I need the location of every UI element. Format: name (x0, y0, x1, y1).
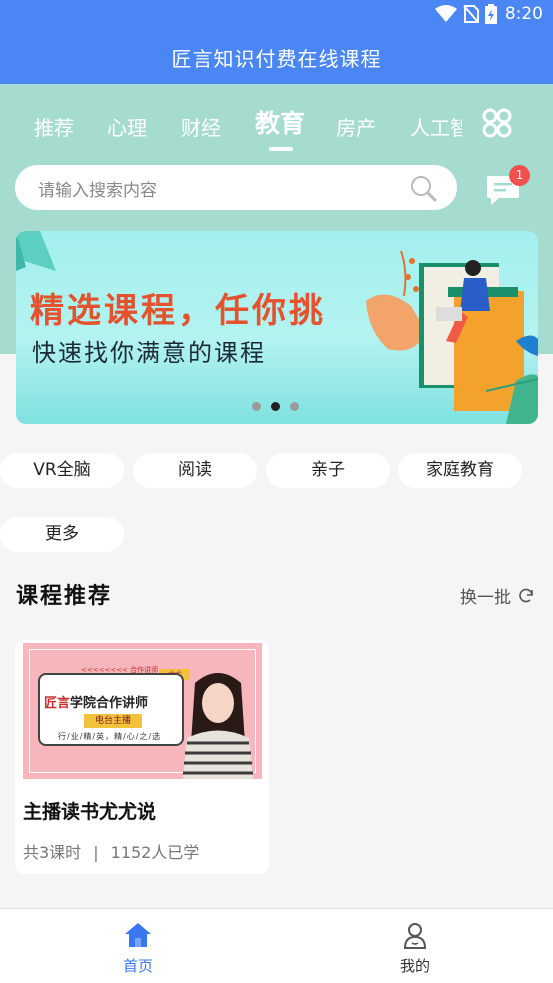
tab-finance[interactable]: 财经 (181, 112, 221, 141)
active-tab-indicator (269, 147, 293, 151)
refresh-label: 换一批 (460, 588, 511, 608)
no-sim-icon (463, 5, 479, 23)
search-bar[interactable]: 请输入搜索内容 (15, 165, 457, 210)
nav-profile[interactable]: 我的 (375, 921, 455, 976)
category-chip-more[interactable]: 更多 (0, 517, 124, 552)
banner-pagination (252, 402, 299, 411)
tab-real-estate[interactable]: 房产 (336, 112, 376, 141)
app-header: 匠言知识付费在线课程 (0, 30, 553, 84)
all-categories-icon[interactable] (482, 108, 512, 138)
nav-home-label: 首页 (122, 957, 153, 975)
category-chip-reading[interactable]: 阅读 (133, 453, 257, 488)
refresh-icon (519, 588, 533, 602)
refresh-button[interactable]: 换一批 (460, 583, 535, 608)
nav-profile-label: 我的 (399, 957, 430, 975)
tab-education[interactable]: 教育 (255, 104, 305, 140)
search-input[interactable]: 请输入搜索内容 (38, 176, 157, 201)
app-title: 匠言知识付费在线课程 (171, 46, 382, 71)
pagination-dot[interactable] (252, 402, 261, 411)
thumb-badge: 电台主播 (84, 714, 142, 728)
wifi-icon (434, 5, 457, 22)
tab-recommend[interactable]: 推荐 (34, 112, 74, 141)
banner-headline: 精选课程，任你挑 (30, 291, 326, 331)
thumb-heading: 学院合作讲师 (70, 696, 149, 711)
nav-home[interactable]: 首页 (98, 921, 178, 976)
pagination-dot-active[interactable] (271, 402, 280, 411)
tab-psychology[interactable]: 心理 (107, 112, 147, 141)
promo-banner[interactable]: 精选课程，任你挑 快速找你满意的课程 (16, 231, 538, 424)
clock: 8:20 (504, 4, 543, 24)
pagination-dot[interactable] (290, 402, 299, 411)
category-chip-parenting[interactable]: 亲子 (266, 453, 390, 488)
tab-bar: 推荐 心理 财经 教育 房产 人工智 (0, 100, 462, 152)
course-lessons: 共3课时 (23, 843, 82, 862)
course-meta: 共3课时 | 1152人已学 (23, 843, 200, 862)
message-badge: 1 (509, 165, 530, 186)
course-students: 1152人已学 (110, 843, 200, 862)
tab-ai[interactable]: 人工智 (410, 112, 462, 141)
home-icon (125, 923, 151, 947)
thumb-tagline: 行/业/精/英，精/心/之/选 (58, 732, 162, 741)
category-chip-family-education[interactable]: 家庭教育 (398, 453, 522, 488)
bottom-nav: 首页 我的 (0, 908, 553, 983)
lecturer-photo (183, 673, 253, 779)
banner-subline: 快速找你满意的课程 (32, 339, 266, 367)
battery-charging-icon (484, 4, 497, 24)
section-title: 课程推荐 (16, 584, 113, 609)
course-thumbnail: <<<<<<<< 合作讲师 尤尤 匠言学院合作讲师 电台主播 行/业/精/英，精… (23, 643, 262, 779)
search-icon[interactable] (409, 174, 437, 202)
status-bar: 8:20 (0, 0, 553, 30)
course-title[interactable]: 主播读书尤尤说 (23, 797, 156, 824)
user-icon (403, 923, 427, 949)
course-card[interactable]: <<<<<<<< 合作讲师 尤尤 匠言学院合作讲师 电台主播 行/业/精/英，精… (15, 640, 269, 874)
category-chip-vr[interactable]: VR全脑 (0, 453, 124, 488)
thumb-brand: 匠言 (44, 696, 71, 711)
